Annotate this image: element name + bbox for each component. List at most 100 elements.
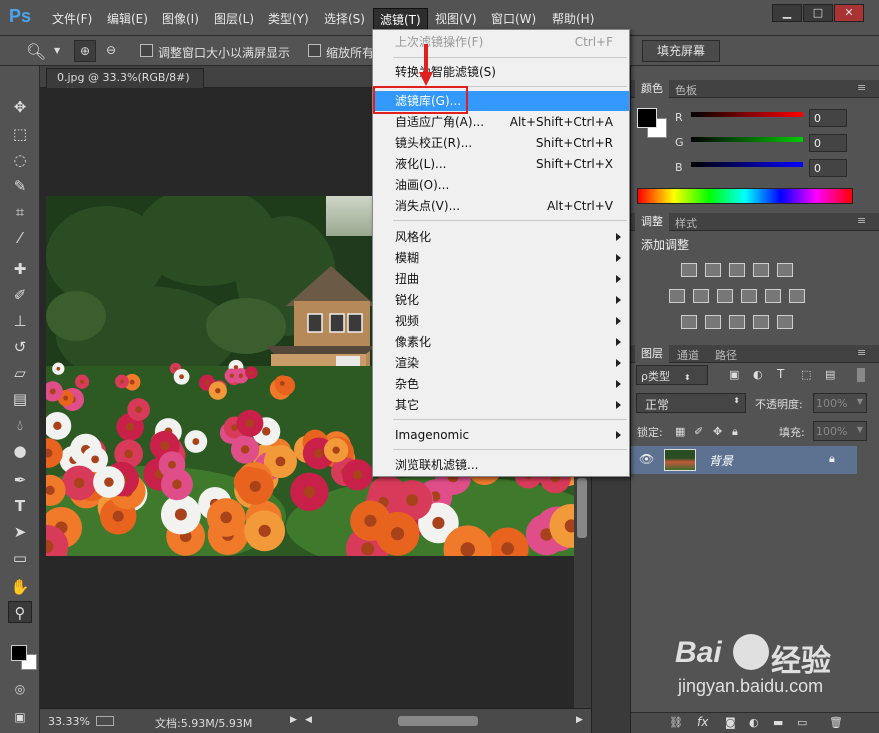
menu-filter[interactable]: 滤镜(T) [373, 8, 428, 31]
menu-blur[interactable]: 模糊 [374, 248, 629, 268]
chevron-down-icon[interactable]: ▼ [54, 46, 60, 55]
levels-icon[interactable] [705, 263, 721, 277]
dodge-tool-icon[interactable]: ● [8, 440, 32, 462]
export-icon[interactable] [96, 716, 114, 726]
menu-image[interactable]: 图像(I) [162, 10, 199, 27]
quick-mask-icon[interactable]: ◎ [8, 678, 32, 700]
lock-position-icon[interactable]: ✥ [713, 425, 722, 438]
lock-all-icon[interactable]: 🔒︎ [732, 425, 738, 439]
history-brush-icon[interactable]: ↺ [8, 336, 32, 358]
menu-edit[interactable]: 编辑(E) [107, 10, 148, 27]
menu-distort[interactable]: 扭曲 [374, 269, 629, 289]
tab-paths[interactable]: 路径 [715, 347, 737, 363]
path-select-icon[interactable]: ➤ [8, 521, 32, 543]
menu-liquify[interactable]: 液化(L)... Shift+Ctrl+X [374, 154, 629, 174]
layer-filter-select[interactable]: ρ类型 ⬍ [636, 365, 708, 385]
menu-help[interactable]: 帮助(H) [552, 10, 594, 27]
foreground-color-swatch-top[interactable] [11, 645, 27, 661]
panel-menu-icon[interactable]: ≡ [857, 214, 866, 227]
menu-stylize[interactable]: 风格化 [374, 227, 629, 247]
menu-type[interactable]: 类型(Y) [268, 10, 309, 27]
menu-convert-smart[interactable]: 转换为智能滤镜(S) [374, 62, 629, 82]
vibrance-icon[interactable] [777, 263, 793, 277]
close-window-button[interactable]: ✕ [834, 4, 864, 22]
gradient-tool-icon[interactable]: ▤ [8, 388, 32, 410]
hue-saturation-icon[interactable] [669, 289, 685, 303]
color-balance-icon[interactable] [693, 289, 709, 303]
lock-pixels-icon[interactable]: ✐ [694, 425, 703, 438]
fill-field[interactable]: 100% ▼ [813, 421, 867, 441]
pen-tool-icon[interactable]: ✒ [8, 469, 32, 491]
zoom-tool-icon[interactable]: 🔍︎ [26, 42, 46, 61]
exposure-icon[interactable] [753, 263, 769, 277]
menu-render[interactable]: 渲染 [374, 353, 629, 373]
menu-noise[interactable]: 杂色 [374, 374, 629, 394]
maximize-button[interactable]: □ [803, 4, 833, 22]
zoom-level[interactable]: 33.33% [48, 715, 90, 728]
menu-other[interactable]: 其它 [374, 395, 629, 415]
filter-shape-icon[interactable]: ⬚ [801, 368, 811, 381]
filter-toggle-icon[interactable] [857, 368, 865, 382]
menu-sharpen[interactable]: 锐化 [374, 290, 629, 310]
screen-mode-icon[interactable]: ▣ [8, 706, 32, 728]
hand-tool-icon[interactable]: ✋ [8, 576, 32, 598]
black-white-icon[interactable] [717, 289, 733, 303]
threshold-icon[interactable] [729, 315, 745, 329]
tab-layers[interactable]: 图层 [635, 345, 669, 363]
resize-windows-checkbox[interactable] [140, 44, 153, 57]
move-tool-icon[interactable]: ✥ [8, 96, 32, 118]
layer-name[interactable]: 背景 [709, 452, 733, 469]
filter-pixel-icon[interactable]: ▣ [729, 368, 739, 381]
menu-video[interactable]: 视频 [374, 311, 629, 331]
blur-tool-icon[interactable]: 💧︎ [8, 414, 32, 436]
channel-g-value[interactable]: 0 [809, 134, 847, 152]
zoom-in-icon[interactable]: ⊕ [74, 40, 96, 62]
color-spectrum[interactable] [637, 188, 853, 204]
channel-r-value[interactable]: 0 [809, 109, 847, 127]
tab-styles[interactable]: 样式 [675, 215, 697, 231]
blend-mode-select[interactable]: 正常 ⬍ [636, 393, 746, 413]
scroll-right-icon[interactable]: ▶ [576, 715, 583, 725]
status-menu-arrow-icon[interactable]: ▶ [290, 715, 297, 725]
document-tab[interactable]: 0.jpg @ 33.3%(RGB/8#) × [46, 68, 204, 97]
menu-adaptive-wide[interactable]: 自适应广角(A)... Alt+Shift+Ctrl+A [374, 112, 629, 132]
filter-type-icon[interactable]: T [777, 367, 784, 381]
selective-color-icon[interactable] [753, 315, 769, 329]
brightness-icon[interactable] [681, 263, 697, 277]
invert-icon[interactable] [681, 315, 697, 329]
posterize-icon[interactable] [705, 315, 721, 329]
menu-pixelate[interactable]: 像素化 [374, 332, 629, 352]
lock-transparent-icon[interactable]: ▦ [675, 425, 685, 438]
brush-tool-icon[interactable]: ✐ [8, 284, 32, 306]
filter-smart-icon[interactable]: ▤ [825, 368, 835, 381]
photo-filter-icon[interactable] [741, 289, 757, 303]
eraser-tool-icon[interactable]: ▱ [8, 362, 32, 384]
zoom-out-icon[interactable]: ⊖ [100, 40, 122, 62]
zoom-tool-icon[interactable]: ⚲ [8, 601, 32, 623]
zoom-all-checkbox[interactable] [308, 44, 321, 57]
scrollbar-thumb[interactable] [577, 478, 587, 538]
opacity-field[interactable]: 100% ▼ [813, 393, 867, 413]
horizontal-scroll-thumb[interactable] [398, 716, 478, 726]
tab-color[interactable]: 颜色 [635, 80, 669, 98]
color-fg-swatch-top[interactable] [637, 108, 657, 128]
minimize-button[interactable]: ▁ [772, 4, 802, 22]
menu-browse-online[interactable]: 浏览联机滤镜... [374, 455, 629, 475]
channel-mixer-icon[interactable] [765, 289, 781, 303]
menu-view[interactable]: 视图(V) [435, 10, 477, 27]
healing-brush-icon[interactable]: ✚ [8, 258, 32, 280]
quick-select-icon[interactable]: ✎ [8, 175, 32, 197]
panel-menu-icon[interactable]: ≡ [857, 346, 866, 359]
curves-icon[interactable] [729, 263, 745, 277]
menu-vanishing-point[interactable]: 消失点(V)... Alt+Ctrl+V [374, 196, 629, 216]
channel-b-slider[interactable] [691, 162, 803, 167]
scroll-left-icon[interactable]: ◀ [305, 715, 312, 725]
color-lookup-icon[interactable] [789, 289, 805, 303]
menu-last-filter[interactable]: 上次滤镜操作(F) Ctrl+F [374, 32, 629, 52]
menu-window[interactable]: 窗口(W) [491, 10, 536, 27]
channel-b-value[interactable]: 0 [809, 159, 847, 177]
menu-lens-correction[interactable]: 镜头校正(R)... Shift+Ctrl+R [374, 133, 629, 153]
marquee-tool-icon[interactable]: ⬚ [8, 123, 32, 145]
layer-row[interactable]: 👁︎ 背景 🔒︎ [631, 446, 857, 474]
channel-g-slider[interactable] [691, 137, 803, 142]
